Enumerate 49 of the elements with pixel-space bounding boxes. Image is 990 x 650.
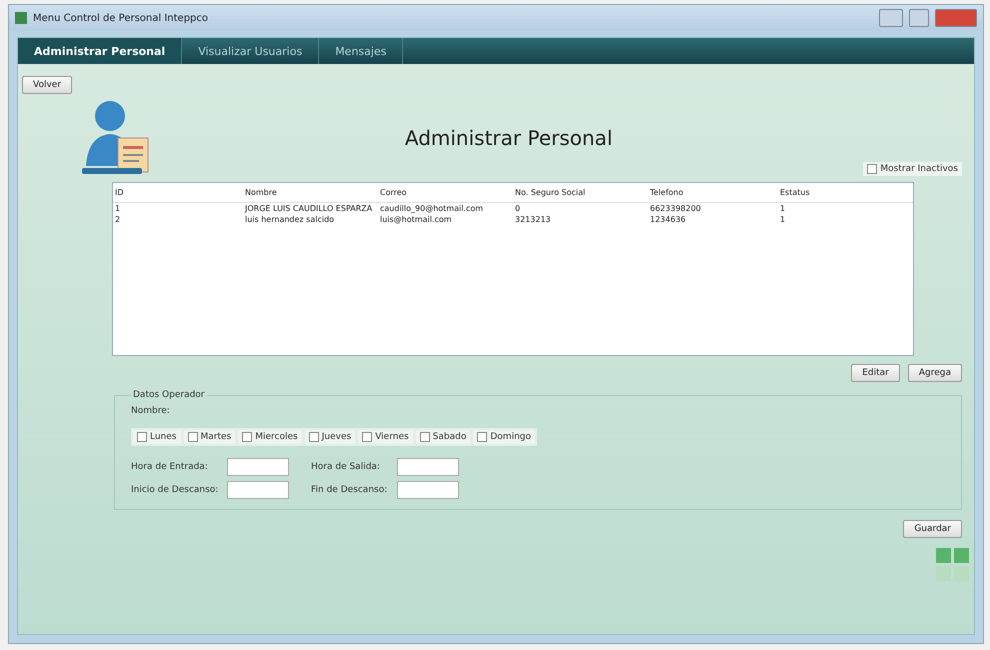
grid-logo-icon: [936, 548, 970, 582]
input-field[interactable]: [397, 481, 459, 499]
day-checkbox[interactable]: Sabado: [416, 430, 470, 444]
panel-title: Datos Operador: [132, 390, 206, 400]
day-checkbox[interactable]: Domingo: [473, 430, 535, 444]
column-header: Telefono: [649, 187, 684, 199]
column-header: No. Seguro Social: [514, 187, 586, 199]
save-button[interactable]: Guardar: [903, 520, 962, 538]
day-checkbox[interactable]: Jueves: [304, 430, 356, 444]
table-cell-text: 1: [114, 203, 122, 214]
table-cell-text: luis@hotmail.com: [379, 214, 453, 225]
table-cell-text: 3213213: [514, 214, 552, 225]
day-checkbox[interactable]: Lunes: [133, 430, 180, 444]
table-cell-text: caudillo_90@hotmail.com: [379, 203, 484, 214]
app-icon: [15, 12, 27, 24]
nav-tab[interactable]: Administrar Personal: [18, 38, 182, 64]
minimize-button[interactable]: [879, 9, 903, 27]
table-cell-text: 1: [779, 214, 786, 225]
close-button[interactable]: [935, 9, 977, 27]
table-action-button[interactable]: Editar: [851, 364, 900, 382]
table-cell-text: 6623398200: [649, 203, 702, 214]
nav-tab[interactable]: Mensajes: [319, 38, 404, 64]
name-label: Nombre:: [131, 406, 171, 416]
input-field[interactable]: [397, 458, 459, 476]
column-header: ID: [114, 187, 125, 199]
column-header: Nombre: [244, 187, 278, 199]
input-field[interactable]: [227, 458, 289, 476]
table-cell-text: 0: [514, 203, 522, 214]
page-heading: Administrar Personal: [404, 126, 612, 150]
day-checkbox[interactable]: Miercoles: [238, 430, 302, 444]
table-cell-text: luis hernandez salcido: [244, 214, 336, 225]
column-header: Estatus: [779, 187, 811, 199]
field-label: Hora de Salida:: [311, 462, 381, 472]
table-action-button[interactable]: Agrega: [908, 364, 962, 382]
input-field[interactable]: [227, 481, 289, 499]
back-button[interactable]: Volver: [22, 76, 72, 94]
field-label: Hora de Entrada:: [131, 462, 209, 472]
field-label: Fin de Descanso:: [311, 485, 388, 495]
day-checkbox[interactable]: Viernes: [358, 430, 413, 444]
table-cell-text: 1234636: [649, 214, 687, 225]
table-cell-text: 2: [114, 214, 122, 225]
maximize-button[interactable]: [909, 9, 929, 27]
day-checkbox[interactable]: Martes: [184, 430, 236, 444]
window-title: Menu Control de Personal Inteppco: [33, 12, 208, 24]
table-cell-text: JORGE LUIS CAUDILLO ESPARZA: [244, 203, 374, 214]
column-header: Correo: [379, 187, 408, 199]
table-cell-text: 1: [779, 203, 786, 214]
field-label: Inicio de Descanso:: [131, 485, 220, 495]
nav-tab[interactable]: Visualizar Usuarios: [182, 38, 320, 64]
